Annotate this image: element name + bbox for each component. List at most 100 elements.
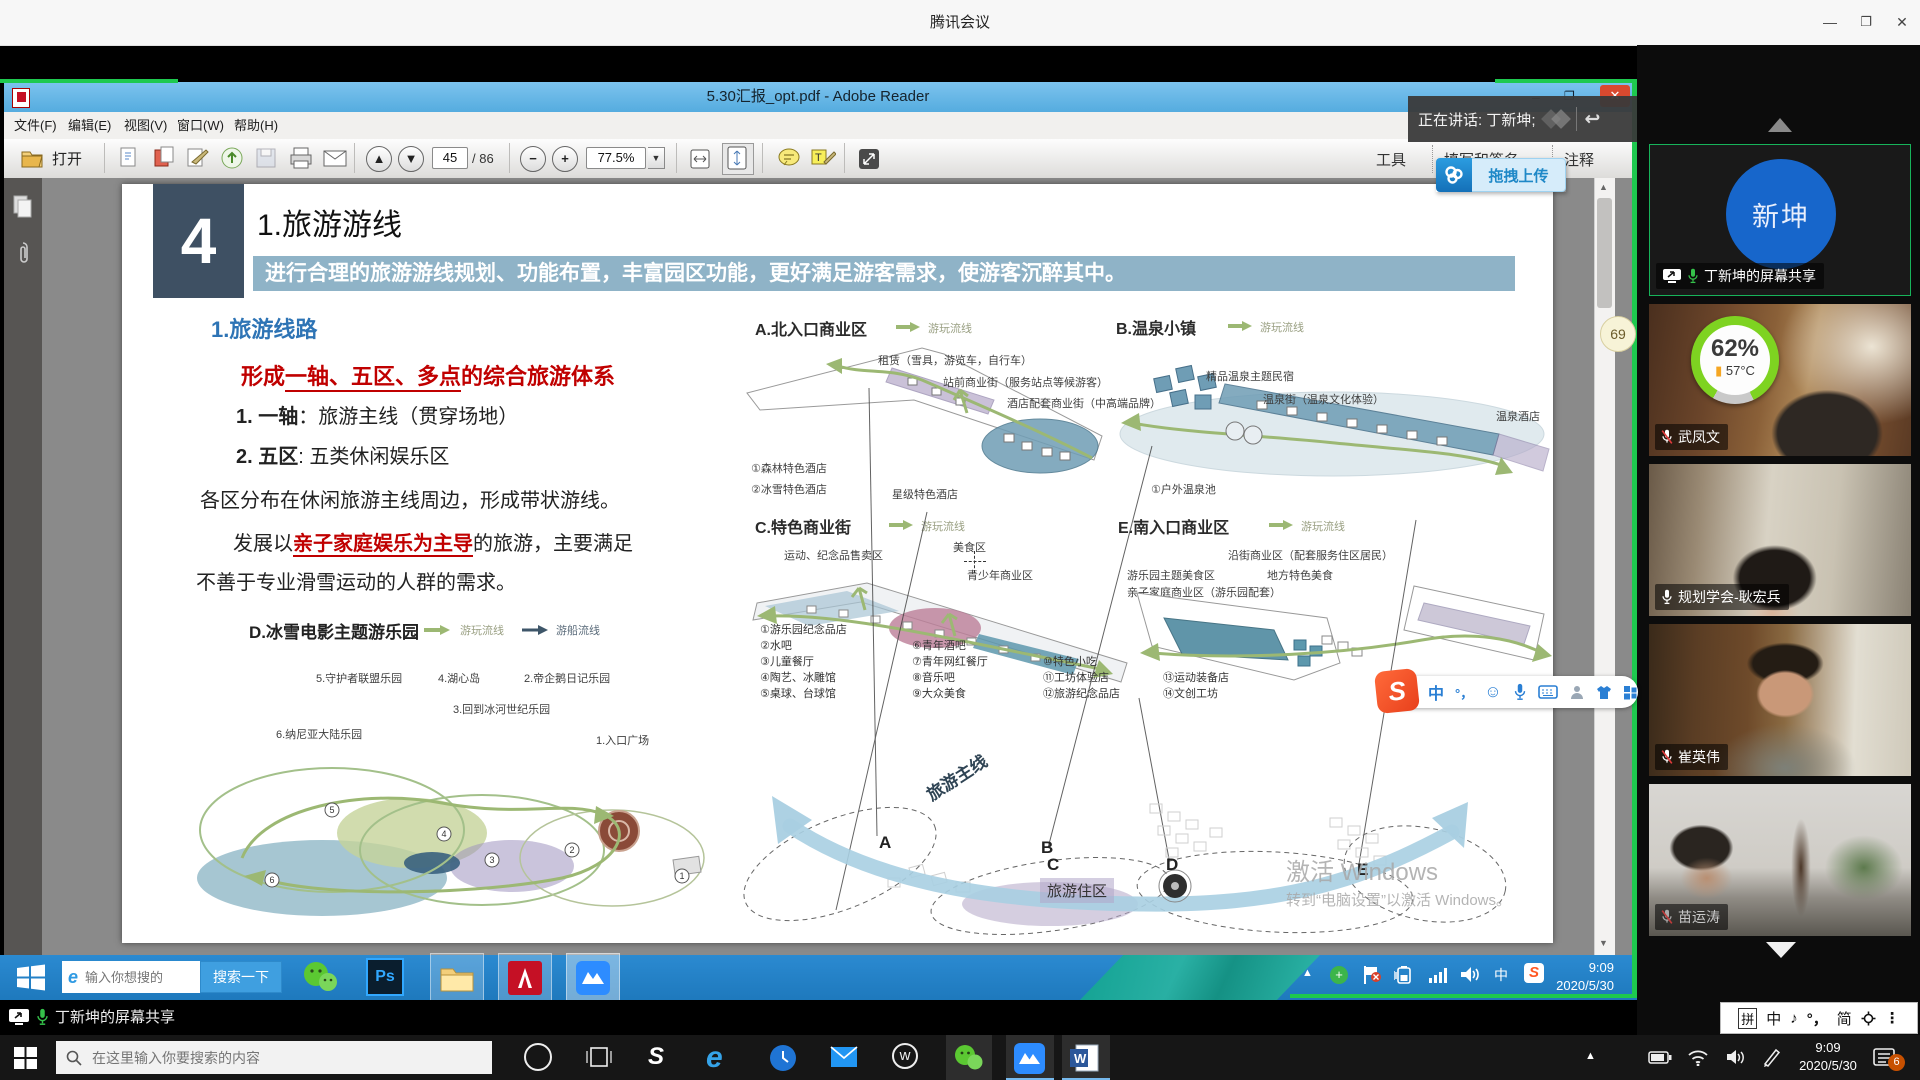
ime-pin-icon[interactable]: 拼 xyxy=(1738,1008,1757,1029)
minimize-button[interactable]: — xyxy=(1822,14,1838,30)
toolbox-grid-icon[interactable] xyxy=(1623,685,1638,700)
wechat-taskbar-icon[interactable] xyxy=(300,958,340,998)
ie-search-box[interactable]: e xyxy=(62,961,200,993)
participant-tile-genghongbing[interactable]: 规划学会-耿宏兵 xyxy=(1649,464,1911,616)
mail-icon[interactable] xyxy=(830,1045,858,1069)
previous-page-button[interactable]: ▲ xyxy=(366,146,392,172)
menu-edit[interactable]: 编辑(E) xyxy=(68,112,111,139)
adobe-titlebar[interactable]: 5.30汇报_opt.pdf - Adobe Reader – ❐ ✕ xyxy=(4,82,1632,112)
scroll-down-arrow[interactable]: ▼ xyxy=(1599,938,1608,948)
fit-page-icon[interactable] xyxy=(722,143,754,175)
ime-punct-icon[interactable]: °， xyxy=(1807,1008,1828,1029)
zoom-level-input[interactable]: 77.5% xyxy=(586,147,646,169)
participant-tile-cuiyingwei[interactable]: 崔英伟 xyxy=(1649,624,1911,776)
start-button[interactable] xyxy=(14,1047,38,1069)
zoom-out-button[interactable]: − xyxy=(520,146,546,172)
drag-upload-widget[interactable]: 拖拽上传 xyxy=(1436,158,1566,192)
print-icon[interactable] xyxy=(288,146,314,172)
shared-tray-expand-icon[interactable]: ▲ xyxy=(1302,967,1313,979)
participant-tile-miaoyuntao[interactable]: 苗运涛 xyxy=(1649,784,1911,936)
participant-tile-wufengwen[interactable]: 62% ▮ 57°C 武凤文 xyxy=(1649,304,1911,456)
zoom-dropdown-arrow[interactable]: ▼ xyxy=(648,147,665,169)
edge-icon[interactable]: e xyxy=(706,1041,723,1075)
maximize-button[interactable]: ❐ xyxy=(1858,14,1874,30)
cortana-icon[interactable] xyxy=(524,1043,552,1071)
menu-help[interactable]: 帮助(H) xyxy=(234,112,278,139)
vertical-scrollbar[interactable]: ▲ ▼ xyxy=(1594,178,1615,955)
scroll-up-arrow[interactable]: ▲ xyxy=(1599,182,1608,192)
sidebar-collapse-up-icon[interactable] xyxy=(1768,118,1792,132)
ime-lang-icon[interactable]: 中 xyxy=(1766,1008,1781,1029)
send-icon[interactable] xyxy=(220,146,246,172)
photoshop-taskbar-icon[interactable]: Ps xyxy=(366,958,404,996)
ime-simplified-icon[interactable]: 简 xyxy=(1837,1008,1852,1029)
pen-icon[interactable] xyxy=(1762,1047,1784,1067)
volume-icon[interactable] xyxy=(1726,1048,1748,1066)
meeting-taskbar-icon[interactable] xyxy=(566,953,620,1002)
ime-mode-icon[interactable]: 中 xyxy=(1428,680,1444,704)
explorer-taskbar-icon[interactable] xyxy=(430,953,484,1002)
page-number-input[interactable]: 45 xyxy=(432,147,468,169)
export-pdf-icon[interactable] xyxy=(118,146,144,172)
shared-tray-sogou-icon[interactable]: S xyxy=(1524,963,1544,983)
meeting-app-active-box[interactable] xyxy=(1006,1035,1054,1080)
shared-search-input[interactable] xyxy=(83,969,187,986)
sogou-logo-icon[interactable]: S xyxy=(1374,668,1420,714)
shared-tray-signal-icon[interactable] xyxy=(1428,966,1450,983)
ime-settings-gear-icon[interactable] xyxy=(1861,1011,1876,1026)
skin-shirt-icon[interactable] xyxy=(1596,685,1612,700)
shared-tray-ime-icon[interactable]: 中 xyxy=(1494,965,1508,985)
member-count-bubble[interactable]: 69 xyxy=(1600,316,1636,352)
highlight-icon[interactable]: T xyxy=(810,146,836,172)
shared-start-button[interactable] xyxy=(16,964,46,991)
comment-panel-button[interactable]: 注释 xyxy=(1564,149,1594,170)
shared-tray-safety-icon[interactable]: + xyxy=(1330,966,1348,984)
shared-tray-battery-icon[interactable] xyxy=(1394,966,1418,984)
ime-statusbar[interactable]: 拼 中 ♪ °， 简 ⋮ xyxy=(1720,1002,1918,1034)
clock[interactable]: 9:092020/5/30 xyxy=(1796,1039,1860,1075)
menu-window[interactable]: 窗口(W) xyxy=(177,112,224,139)
ime-punct-icon[interactable]: °， xyxy=(1455,683,1473,702)
next-page-button[interactable]: ▼ xyxy=(398,146,424,172)
task-view-icon[interactable] xyxy=(586,1045,612,1069)
fullscreen-icon[interactable] xyxy=(856,146,882,172)
ime-tone-icon[interactable]: ♪ xyxy=(1790,1010,1798,1027)
wechat-icon[interactable] xyxy=(952,1043,984,1073)
adobe-taskbar-icon[interactable] xyxy=(498,953,552,1002)
wifi-icon[interactable] xyxy=(1686,1047,1710,1066)
attachments-icon[interactable] xyxy=(14,240,32,266)
taskbar-search-input[interactable] xyxy=(90,1049,474,1067)
word-app-active-box[interactable]: W xyxy=(1062,1035,1110,1080)
shared-clock[interactable]: 9:092020/5/30 xyxy=(1552,959,1614,995)
scrollbar-thumb[interactable] xyxy=(1597,198,1612,308)
zoom-in-button[interactable]: + xyxy=(552,146,578,172)
sidebar-collapse-down-icon[interactable] xyxy=(1766,942,1796,958)
tools-button[interactable]: 工具 xyxy=(1376,149,1406,170)
participant-tile-screen-share[interactable]: 新坤 丁新坤的屏幕共享 xyxy=(1649,144,1911,296)
create-pdf-icon[interactable] xyxy=(152,146,178,172)
fit-width-icon[interactable] xyxy=(688,146,714,172)
toast-undo-arrow-icon[interactable]: ↩ xyxy=(1585,108,1601,131)
sogou-taskbar-icon[interactable]: S xyxy=(648,1043,664,1071)
sign-icon[interactable] xyxy=(186,146,212,172)
sogou-toolbar[interactable]: S 中 °， ☺ xyxy=(1382,676,1638,708)
tray-expand-icon[interactable]: ▲ xyxy=(1585,1050,1596,1062)
menu-file[interactable]: 文件(F) xyxy=(14,112,57,139)
close-button[interactable]: ✕ xyxy=(1894,14,1910,30)
page-thumbnails-icon[interactable] xyxy=(12,194,34,220)
save-icon[interactable] xyxy=(254,146,280,172)
ime-more-icon[interactable]: ⋮ xyxy=(1885,1009,1900,1027)
shared-search-button[interactable]: 搜索一下 xyxy=(200,961,282,993)
w-app-icon[interactable]: w xyxy=(892,1043,918,1069)
clock-app-icon[interactable] xyxy=(768,1043,798,1073)
mic-icon[interactable] xyxy=(1513,683,1527,701)
account-icon[interactable] xyxy=(1569,684,1585,700)
shared-tray-flag-icon[interactable] xyxy=(1362,964,1382,986)
comment-icon[interactable] xyxy=(776,146,802,172)
taskbar-search-box[interactable] xyxy=(56,1041,492,1074)
open-button[interactable]: 打开 xyxy=(20,146,82,170)
keyboard-icon[interactable] xyxy=(1538,685,1558,699)
shared-tray-volume-icon[interactable] xyxy=(1460,965,1482,984)
battery-icon[interactable] xyxy=(1648,1049,1672,1066)
email-icon[interactable] xyxy=(322,146,348,172)
